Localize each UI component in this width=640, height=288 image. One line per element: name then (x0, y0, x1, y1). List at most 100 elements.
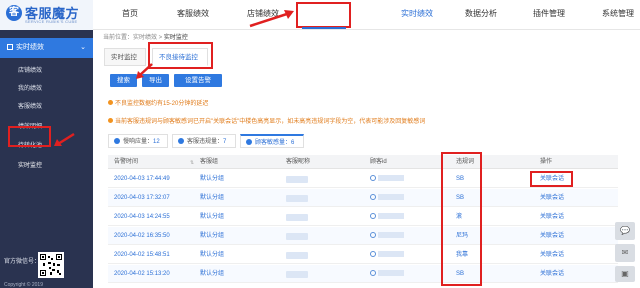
violation-column-highlight-box (441, 152, 482, 286)
stat-sensitive-value: 6 (291, 140, 295, 146)
nav-realtime-performance[interactable]: 实时绩效 (396, 0, 438, 30)
sidebar-head-label: 实时绩效 (16, 44, 44, 51)
nav-agent-performance[interactable]: 客服绩效 (173, 0, 213, 30)
agent-nickname-redacted (286, 195, 308, 202)
tab-highlight-box (148, 42, 213, 69)
logo-subtitle: SERVICE RUBIK'S CUBE (25, 19, 78, 24)
sidebar: 实时绩效 ⌄ 店铺绩效 我的绩效 客服绩效 绩效明细 待转化池 实时监控 官方微… (0, 30, 93, 288)
breadcrumb-current: 实时监控 (163, 35, 188, 41)
avatar-icon (370, 270, 376, 276)
sidebar-item-agent[interactable]: 客服绩效 (0, 98, 93, 116)
alert-time: 2020-04-02 15:13:20 (114, 271, 170, 277)
related-session-link[interactable]: 关联会话 (540, 246, 564, 264)
customer-id[interactable] (370, 246, 404, 264)
stat-customer-sensitive[interactable]: 顾客敏感量：6 (240, 134, 304, 148)
related-session-link[interactable]: 关联会话 (540, 208, 564, 226)
chevron-down-icon: ⌄ (80, 44, 86, 51)
stat-slow-response[interactable]: 慢响应量：12 (108, 134, 168, 148)
nav-plugin-management[interactable]: 插件管理 (529, 0, 569, 30)
wechat-label: 官方微信号： (4, 259, 41, 265)
warning-icon (108, 100, 113, 105)
image-icon[interactable]: ▣ (615, 266, 635, 282)
arrow-icon (136, 63, 153, 79)
search-button[interactable]: 搜索 (110, 74, 137, 87)
nav-home[interactable]: 首页 (115, 0, 145, 30)
avatar-icon (370, 251, 376, 257)
stat-slow-value: 12 (153, 139, 160, 145)
sidebar-highlight-box (8, 126, 51, 147)
alert-settings-button[interactable]: 设置告警 (174, 74, 222, 87)
related-session-link[interactable]: 关联会话 (540, 189, 564, 207)
agent-nickname-redacted (286, 176, 308, 183)
agent-nickname-redacted (286, 233, 308, 240)
table-row: 2020-04-02 16:35:50 默认分组 尼玛 关联会话 (108, 227, 618, 245)
customer-id[interactable] (370, 265, 404, 283)
customer-id-redacted (378, 213, 404, 219)
user-icon (178, 138, 184, 144)
logo[interactable]: 客 客服魔方 SERVICE RUBIK'S CUBE (0, 0, 93, 30)
table-row: 2020-04-02 15:48:51 默认分组 我靠 关联会话 (108, 246, 618, 264)
sort-icon[interactable]: ⇅ (190, 160, 194, 166)
arrow-icon (54, 132, 75, 146)
logo-mark-icon: 客 (6, 5, 22, 21)
agent-group[interactable]: 默认分组 (200, 227, 224, 245)
notice-highlight-text: 当前客服违规词与顾客敏感词已开启"关联会话"中楼色高亮显示，如未高亮违规词字段为… (115, 119, 426, 125)
action-highlight-box (530, 171, 573, 187)
sidebar-item-mine[interactable]: 我的绩效 (0, 80, 93, 98)
copyright: Copyright © 2019 (4, 282, 43, 288)
stat-sensitive-label: 顾客敏感量： (255, 140, 292, 146)
breadcrumb-prefix: 当前位置： (103, 35, 134, 41)
wechat-icon[interactable]: ✉ (615, 244, 635, 262)
customer-id[interactable] (370, 208, 404, 226)
nav-highlight-box (296, 2, 351, 28)
avatar-icon (370, 213, 376, 219)
alert-time: 2020-04-03 14:24:55 (114, 214, 170, 220)
agent-group[interactable]: 默认分组 (200, 265, 224, 283)
stat-violation-value: 7 (223, 139, 227, 145)
related-session-link[interactable]: 关联会话 (540, 227, 564, 245)
clock-icon (114, 138, 120, 144)
table-row: 2020-04-03 17:32:07 默认分组 SB 关联会话 (108, 189, 618, 207)
sidebar-item-store[interactable]: 店铺绩效 (0, 62, 93, 80)
avatar-icon (370, 194, 376, 200)
breadcrumb: 当前位置：实时绩效 > 实时监控 (103, 32, 188, 41)
alert-time: 2020-04-03 17:44:49 (114, 176, 170, 182)
customer-id-redacted (378, 194, 404, 200)
customer-id[interactable] (370, 189, 404, 207)
chat-icon[interactable]: 💬 (615, 222, 635, 240)
arrow-icon (249, 10, 294, 28)
customer-id-redacted (378, 232, 404, 238)
header-action: 操作 (540, 159, 553, 165)
qr-code (38, 252, 64, 278)
customer-id-redacted (378, 270, 404, 276)
grid-icon (7, 44, 13, 50)
avatar-icon (370, 175, 376, 181)
sidebar-head[interactable]: 实时绩效 ⌄ (0, 38, 93, 58)
avatar-icon (370, 232, 376, 238)
header-time[interactable]: 告警时间 (114, 155, 138, 169)
agent-group[interactable]: 默认分组 (200, 246, 224, 264)
nav-system-management[interactable]: 系统管理 (598, 0, 638, 30)
alert-time: 2020-04-03 17:32:07 (114, 195, 170, 201)
related-session-link[interactable]: 关联会话 (540, 265, 564, 283)
sidebar-item-monitor[interactable]: 实时监控 (0, 157, 93, 175)
agent-group[interactable]: 默认分组 (200, 170, 224, 188)
customer-id[interactable] (370, 170, 404, 188)
stat-violation-label: 客服违规量： (187, 139, 224, 145)
agent-group[interactable]: 默认分组 (200, 208, 224, 226)
user-icon (246, 139, 252, 145)
warning-icon (108, 118, 113, 123)
alert-time: 2020-04-02 16:35:50 (114, 233, 170, 239)
stat-agent-violation[interactable]: 客服违规量：7 (172, 134, 236, 148)
agent-group[interactable]: 默认分组 (200, 189, 224, 207)
header-group: 客服组 (200, 159, 219, 165)
alert-time: 2020-04-02 15:48:51 (114, 252, 170, 258)
nav-data-analysis[interactable]: 数据分析 (461, 0, 501, 30)
nav-active-underline (302, 27, 346, 29)
table-row: 2020-04-02 15:13:20 默认分组 SB 关联会话 (108, 265, 618, 283)
customer-id[interactable] (370, 227, 404, 245)
header-customer-id: 顾客id (370, 159, 387, 165)
customer-id-redacted (378, 251, 404, 257)
stat-slow-label: 慢响应量： (123, 139, 154, 145)
breadcrumb-path[interactable]: 实时绩效 > (133, 35, 162, 41)
